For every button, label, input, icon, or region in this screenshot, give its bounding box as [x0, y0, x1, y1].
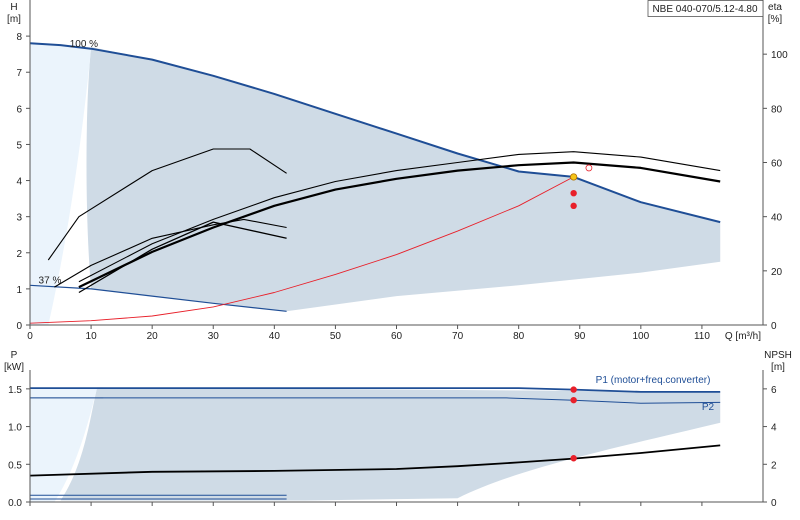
operating-envelope — [86, 46, 721, 312]
annotation-100-percent: 100 % — [70, 39, 98, 50]
y-left-tick-label: 3 — [16, 213, 22, 224]
npsh-tick-label: 2 — [771, 460, 777, 471]
operating-point-marker — [570, 173, 578, 181]
power-envelope — [60, 387, 721, 501]
y-right-tick-label: 40 — [771, 213, 783, 224]
x-tick-label: 50 — [330, 331, 342, 342]
x-tick-label: 80 — [513, 331, 525, 342]
y-right-tick-label: 20 — [771, 267, 783, 278]
p-tick-label: 1.0 — [8, 423, 22, 434]
x-axis-label: Q [m³/h] — [725, 331, 761, 342]
y-left-tick-label: 2 — [16, 249, 22, 260]
operating-point-marker — [570, 386, 577, 393]
y-left-axis-name: H — [10, 2, 17, 13]
duty-point-hollow-marker — [585, 164, 593, 172]
legend-p2: P2 — [702, 402, 715, 413]
y-right-tick-label: 80 — [771, 104, 783, 115]
y-left-axis-unit: [m] — [7, 14, 21, 25]
npsh-tick-label: 4 — [771, 423, 777, 434]
y-left-tick-label: 4 — [16, 177, 22, 188]
operating-point-marker — [570, 189, 577, 197]
chart-canvas: 0 10 20 30 40 50 60 70 80 90 100 110 Q [m³/h]0123456… — [4, 0, 792, 509]
x-tick-label: 70 — [452, 331, 464, 342]
p-tick-label: 0.0 — [8, 498, 22, 509]
x-tick-label: 60 — [391, 331, 403, 342]
y-right-axis-name: eta — [768, 2, 782, 13]
x-tick-label: 10 — [86, 331, 98, 342]
npsh-axis-unit: [m] — [771, 362, 785, 373]
x-tick-label: 40 — [269, 331, 281, 342]
p-tick-label: 1.5 — [8, 385, 22, 396]
y-left-tick-label: 7 — [16, 68, 22, 79]
operating-point-marker — [570, 396, 577, 404]
x-tick-label: 110 — [694, 331, 710, 342]
y-right-tick-label: 100 — [771, 50, 788, 61]
x-tick-label: 0 — [27, 331, 33, 342]
chart-title: NBE 040-070/5.12-4.80 — [652, 4, 758, 15]
npsh-axis-name: NPSH — [764, 350, 792, 361]
npsh-tick-label: 6 — [771, 385, 777, 396]
p-axis-name: P — [11, 350, 18, 361]
y-right-tick-label: 60 — [771, 159, 783, 170]
pump-curve-chart: 0 10 20 30 40 50 60 70 80 90 100 110 Q [m³/h] 0 1 2 3 4 5 6… — [0, 0, 800, 520]
operating-point-marker — [570, 202, 577, 210]
y-left-tick-label: 1 — [16, 285, 22, 296]
npsh-tick-label: 0 — [771, 498, 777, 509]
legend-p1: P1 (motor+freq.converter) — [596, 375, 711, 386]
y-left-tick-label: 8 — [16, 32, 22, 43]
x-tick-label: 20 — [147, 331, 159, 342]
p-tick-label: 0.5 — [8, 460, 22, 471]
p-axis-unit: [kW] — [4, 362, 24, 373]
y-left-tick-label: 0 — [16, 321, 22, 332]
annotation-37-percent: 37 % — [39, 275, 62, 286]
x-tick-label: 30 — [208, 331, 220, 342]
x-tick-label: 100 — [632, 331, 649, 342]
y-right-tick-label: 0 — [771, 321, 777, 332]
x-tick-label: 90 — [574, 331, 586, 342]
y-right-axis-unit: [%] — [768, 14, 783, 25]
y-left-tick-label: 5 — [16, 140, 22, 151]
y-left-tick-label: 6 — [16, 104, 22, 115]
operating-point-marker — [570, 455, 577, 462]
